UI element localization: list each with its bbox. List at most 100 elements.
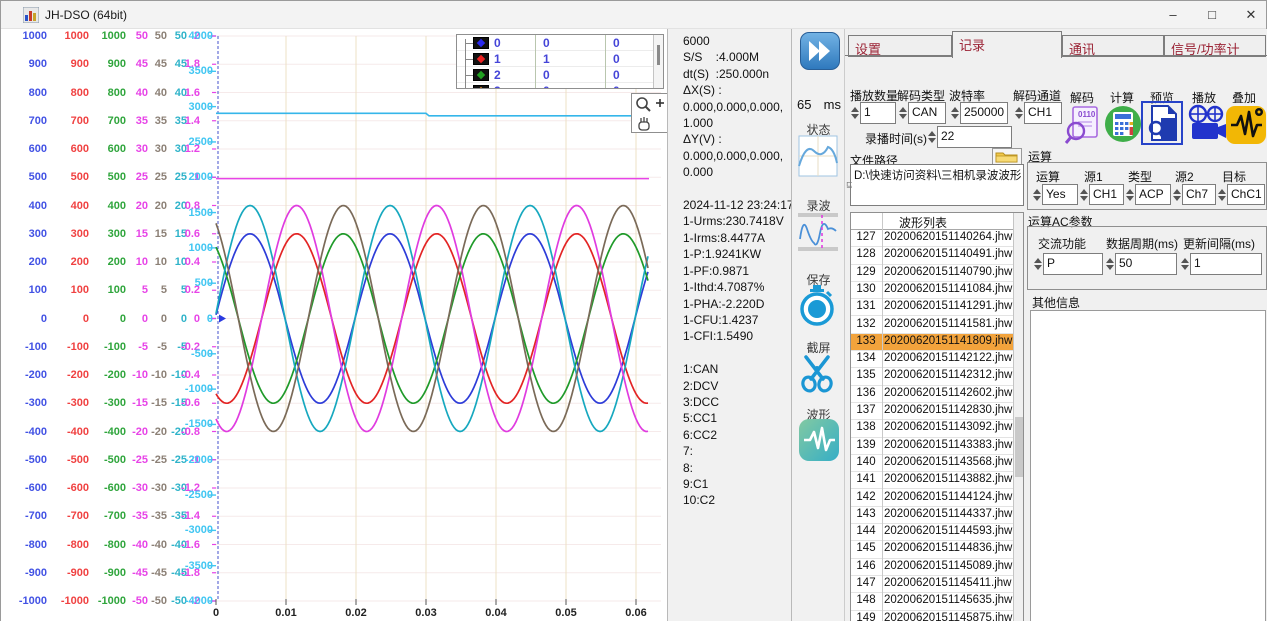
tab-record[interactable]: 记录 [952, 31, 1062, 58]
overlay-wave-icon[interactable] [1226, 104, 1264, 144]
file-list-row[interactable]: 131 20200620151141291.jhw [851, 299, 1015, 316]
window-title: JH-DSO (64bit) [45, 8, 127, 22]
status-waveform-icon[interactable] [798, 133, 838, 179]
legend-row-1[interactable]: 110 [457, 51, 653, 67]
minimize-button[interactable]: – [1153, 1, 1193, 29]
field-spinner-2[interactable]: 250000 [950, 102, 1008, 124]
waveform-icon[interactable] [798, 418, 840, 462]
file-list-row[interactable]: 144 20200620151144593.jhw [851, 524, 1015, 541]
other-info-box[interactable] [1030, 310, 1266, 621]
scissors-icon[interactable] [798, 351, 836, 395]
legend-scrollbar[interactable] [653, 35, 663, 89]
legend-value-2: 0 [613, 36, 620, 50]
x-tick-label: 0.05 [555, 607, 576, 619]
operation-col-label-4: 目标 [1222, 168, 1246, 185]
maximize-button[interactable]: □ [1192, 1, 1232, 29]
file-index: 136 [851, 387, 881, 399]
record-time-spinner[interactable]: 22 [927, 126, 1012, 148]
file-index: 141 [851, 473, 881, 485]
fast-forward-button[interactable] [800, 32, 840, 70]
tab-signal-power[interactable]: 信号/功率计 [1164, 35, 1266, 57]
file-list-row[interactable]: 134 20200620151142122.jhw [851, 351, 1015, 368]
close-button[interactable]: ✕ [1231, 1, 1267, 29]
record-wave-icon[interactable] [798, 209, 838, 255]
file-name: 20200620151143092.jhw [884, 421, 1012, 433]
file-list-row[interactable]: 138 20200620151143092.jhw [851, 420, 1015, 437]
operation-spinner-4[interactable]: ChC1 [1217, 184, 1265, 205]
legend-tree-trunk [465, 39, 466, 89]
x-tick-label: 0.06 [625, 607, 646, 619]
ac-param-label-0: 交流功能 [1038, 235, 1086, 252]
tab-comm[interactable]: 通讯 [1062, 35, 1164, 57]
file-list-row[interactable]: 130 20200620151141084.jhw [851, 282, 1015, 299]
legend-row-2[interactable]: 200 [457, 67, 653, 83]
ac-param-spinner-0[interactable]: P [1033, 253, 1103, 275]
file-list-row[interactable]: 145 20200620151144836.jhw [851, 541, 1015, 558]
operation-col-label-1: 源1 [1084, 168, 1103, 185]
file-index: 129 [851, 266, 881, 278]
operation-spinner-2[interactable]: ACP [1125, 184, 1171, 205]
file-list-row[interactable]: 139 20200620151143383.jhw [851, 438, 1015, 455]
file-name: 20200620151141581.jhw [884, 318, 1012, 330]
legend-row-0[interactable]: 000 [457, 35, 653, 51]
legend-row-3[interactable]: 300 [457, 83, 653, 89]
tab-settings[interactable]: 设置 [848, 35, 952, 57]
ac-params-groupbox: 交流功能 P数据周期(ms) 50更新间隔(ms) 1 [1027, 226, 1267, 290]
elapsed-value: 65 [797, 97, 811, 112]
operation-spinner-1[interactable]: CH1 [1079, 184, 1124, 205]
file-list-row[interactable]: 149 20200620151145875.jhw [851, 611, 1015, 621]
file-name: 20200620151145411.jhw [884, 577, 1011, 589]
x-tick-label: 0.03 [415, 607, 436, 619]
file-index: 147 [851, 577, 881, 589]
stopwatch-icon[interactable] [798, 283, 836, 327]
x-tick-label: 0 [213, 607, 219, 619]
side-toolbar: 65 ms 状态录波保存截屏波形 [791, 29, 844, 621]
legend-separator [535, 35, 536, 89]
operation-spinner-0[interactable]: Yes [1032, 184, 1078, 205]
ac-param-spinner-1[interactable]: 50 [1105, 253, 1177, 275]
legend-marker-chip [473, 69, 489, 81]
movie-camera-icon[interactable] [1186, 104, 1224, 144]
file-list-scrollbar[interactable] [1013, 213, 1023, 621]
file-list-row[interactable]: 133 20200620151141809.jhw [851, 334, 1015, 351]
file-list-row[interactable]: 136 20200620151142602.jhw [851, 386, 1015, 403]
decode-magnifier-icon[interactable]: 0110 [1064, 104, 1102, 144]
file-list-row[interactable]: 137 20200620151142830.jhw [851, 403, 1015, 420]
file-path-box[interactable]: D:\快速访问资料\三相机录波波形 [850, 164, 1024, 206]
file-list-row[interactable]: 128 20200620151140491.jhw [851, 247, 1015, 264]
file-list-row[interactable]: 143 20200620151144337.jhw [851, 507, 1015, 524]
calculator-icon[interactable] [1104, 104, 1142, 144]
file-list-row[interactable]: 147 20200620151145411.jhw [851, 576, 1015, 593]
file-list-row[interactable]: 135 20200620151142312.jhw [851, 368, 1015, 385]
file-list-row[interactable]: 142 20200620151144124.jhw [851, 490, 1015, 507]
waveform-plot[interactable] [1, 29, 667, 621]
field-spinner-1[interactable]: CAN [898, 102, 946, 124]
file-index: 140 [851, 456, 881, 468]
legend-marker-diamond [477, 71, 485, 79]
legend-marker-chip [473, 85, 489, 89]
ac-param-spinner-2[interactable]: 1 [1180, 253, 1262, 275]
zoom-in-icon[interactable] [632, 94, 668, 114]
ac-param-label-1: 数据周期(ms) [1106, 235, 1178, 252]
browse-folder-button[interactable] [992, 148, 1022, 165]
pan-hand-icon[interactable] [632, 114, 668, 134]
file-list-row[interactable]: 140 20200620151143568.jhw [851, 455, 1015, 472]
legend-value-2: 0 [613, 52, 620, 66]
file-list-row[interactable]: 127 20200620151140264.jhw [851, 230, 1015, 247]
file-list-row[interactable]: 141 20200620151143882.jhw [851, 472, 1015, 489]
file-list-row[interactable]: 129 20200620151140790.jhw [851, 265, 1015, 282]
field-spinner-3[interactable]: CH1 [1014, 102, 1062, 124]
app-logo-icon [23, 7, 39, 23]
waveform-file-list[interactable]: 波形列表 127 20200620151140264.jhw128 202006… [850, 212, 1024, 621]
file-index: 149 [851, 612, 881, 621]
file-index: 127 [851, 231, 881, 243]
plot-legend[interactable]: 000 110 200 300 [456, 34, 664, 89]
field-spinner-0[interactable]: 1 [850, 102, 896, 124]
file-name: 20200620151140264.jhw [884, 231, 1012, 243]
file-list-row[interactable]: 146 20200620151145089.jhw [851, 559, 1015, 576]
file-list-row[interactable]: 148 20200620151145635.jhw [851, 593, 1015, 610]
operation-spinner-3[interactable]: Ch7 [1172, 184, 1216, 205]
operation-groupbox: 运算 Yes源1 CH1类型 ACP源2 Ch7目标 ChC1 [1027, 162, 1267, 210]
plot-tools-box [631, 93, 669, 133]
file-list-row[interactable]: 132 20200620151141581.jhw [851, 317, 1015, 334]
